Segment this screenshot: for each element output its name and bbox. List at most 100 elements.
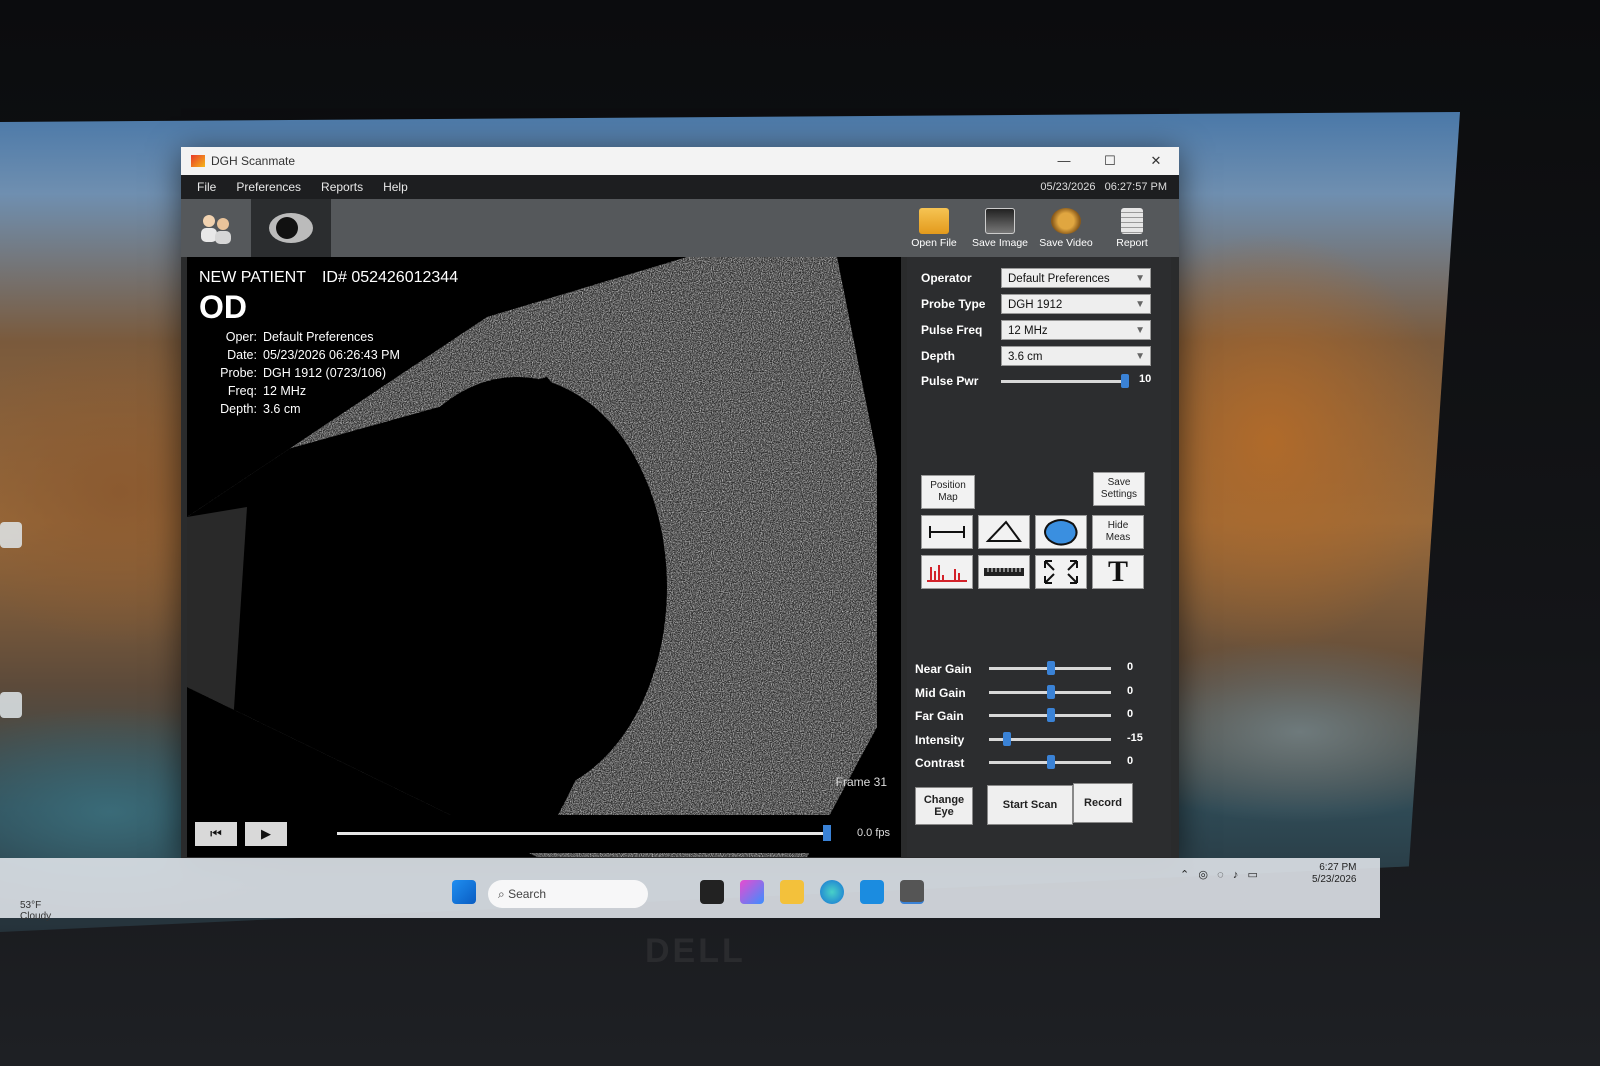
intensity-thumb[interactable] [1002,731,1011,746]
film-reel-icon [1051,207,1081,234]
copilot-icon[interactable] [740,880,764,904]
open-file-button[interactable]: Open File [901,207,967,249]
save-video-label: Save Video [1039,236,1093,249]
info-depth: Depth: 3.6 cm [220,402,301,416]
save-video-button[interactable]: Save Video [1033,207,1099,249]
info-operator: Oper: Default Preferences [225,330,374,344]
text-tool[interactable]: T [1092,555,1144,589]
save-settings-button[interactable]: Save Settings [1093,472,1145,506]
zoom-tool[interactable] [1035,555,1087,589]
title-bar[interactable]: DGH Scanmate — ☐ ✕ [181,147,1179,175]
weather-desc: Cloudy [20,911,52,922]
report-label: Report [1116,236,1148,249]
near-gain-thumb[interactable] [1047,661,1055,675]
pulse-pwr-slider[interactable] [1001,380,1127,383]
chevron-down-icon: ▼ [1135,325,1145,336]
pulse-freq-select[interactable]: 12 MHz ▼ [1001,320,1151,340]
a-scan-icon [927,565,967,582]
frame-counter: Frame 31 [835,775,887,789]
weather-widget[interactable]: 53°F Cloudy [20,900,51,922]
mid-gain-label: Mid Gain [915,685,966,700]
operator-label: Operator [921,271,972,285]
patient-tab[interactable] [181,199,251,257]
eye-scan-tab[interactable] [251,199,331,257]
contrast-label: Contrast [915,756,965,770]
maximize-button[interactable]: ☐ [1087,147,1133,175]
search-icon: ⌕ [498,886,505,901]
depth-label: Depth [921,349,955,363]
image-icon [985,207,1015,234]
patient-name: NEW PATIENT [199,269,306,286]
eye-label: OD [199,289,247,325]
caliper-tool[interactable] [921,515,973,549]
desktop-icon[interactable] [0,522,22,548]
patient-id: ID# 052426012344 [321,269,459,286]
start-scan-button[interactable]: Start Scan [987,785,1073,825]
folder-icon [919,207,949,234]
outlook-icon[interactable] [860,880,884,904]
ruler-icon [984,568,1024,576]
operator-select[interactable]: Default Preferences ▼ [1001,268,1151,288]
playback-slider[interactable] [337,832,829,835]
toolbar: Open File Save Image Save Video Report [181,199,1179,257]
report-button[interactable]: Report [1099,207,1165,249]
area-blob-icon [1044,519,1078,546]
menu-help[interactable]: Help [383,180,408,194]
tray-icons[interactable]: ⌃ ◎ ◌ ♪ ▭ [1180,868,1258,881]
eye-scan-icon [269,213,313,243]
mid-gain-thumb[interactable] [1047,684,1055,699]
info-probe: Probe: DGH 1912 (0723/106) [220,366,386,380]
task-view-icon[interactable] [700,880,724,904]
angle-tool[interactable] [978,515,1030,549]
probe-type-label: Probe Type [921,297,986,311]
minimize-button[interactable]: — [1041,147,1087,175]
text-icon: T [1107,555,1128,588]
ruler-tool[interactable] [978,555,1030,589]
ultrasound-view[interactable]: NEW PATIENT ID# 052426012344 OD Oper: Def… [187,257,901,857]
settings-panel: Operator Default Preferences ▼ Probe Type… [907,257,1171,857]
system-clock[interactable]: 6:27 PM 5/23/2026 [1312,862,1357,886]
area-tool[interactable] [1035,515,1087,549]
desktop-icon[interactable] [0,692,22,718]
menu-file[interactable]: File [197,180,216,194]
close-button[interactable]: ✕ [1133,147,1179,175]
header-time: 06:27:57 PM [1104,181,1167,193]
header-date: 05/23/2026 [1040,181,1096,193]
caliper-icon [929,526,965,538]
change-eye-button[interactable]: Change Eye [915,787,973,825]
near-gain-label: Near Gain [915,662,972,676]
menu-preferences[interactable]: Preferences [236,180,301,194]
save-image-label: Save Image [971,236,1029,249]
header-clock: 05/23/2026 06:27:57 PM [1040,181,1167,193]
save-image-button[interactable]: Save Image [967,207,1033,249]
far-gain-thumb[interactable] [1047,708,1055,722]
record-button[interactable]: Record [1073,783,1133,823]
expand-arrows-icon [1044,560,1078,584]
start-button[interactable] [452,880,476,904]
scanmate-taskbar-icon[interactable] [900,880,924,904]
contrast-thumb[interactable] [1047,755,1055,769]
fps-readout: 0.0 fps [857,827,891,839]
file-explorer-icon[interactable] [780,880,804,904]
rewind-button[interactable]: ⏮ [195,822,237,846]
menu-reports[interactable]: Reports [321,180,363,194]
pulse-pwr-thumb[interactable] [1121,374,1129,388]
edge-icon[interactable] [820,880,844,904]
playback-thumb[interactable] [823,825,831,841]
contrast-value: 0 [1127,755,1134,767]
pulse-pwr-label: Pulse Pwr [921,374,979,388]
hide-meas-button[interactable]: Hide Meas [1092,515,1144,549]
taskbar: 53°F Cloudy ⌕ Search ⌃ ◎ ◌ ♪ ▭ 6:27 PM 5… [0,858,1380,922]
depth-select[interactable]: 3.6 cm ▼ [1001,346,1151,366]
taskbar-search[interactable]: ⌕ Search [488,880,648,908]
a-scan-tool[interactable] [921,555,973,589]
play-button[interactable]: ▶ [245,822,287,846]
probe-type-select[interactable]: DGH 1912 ▼ [1001,294,1151,314]
menu-bar: File Preferences Reports Help 05/23/2026… [181,175,1179,199]
info-date: Date: 05/23/2026 06:26:43 PM [227,348,400,362]
info-freq: Freq: 12 MHz [227,384,307,398]
mid-gain-value: 0 [1127,684,1134,697]
app-icon [191,155,205,167]
position-map-button[interactable]: Position Map [921,475,975,509]
far-gain-value: 0 [1127,708,1134,720]
